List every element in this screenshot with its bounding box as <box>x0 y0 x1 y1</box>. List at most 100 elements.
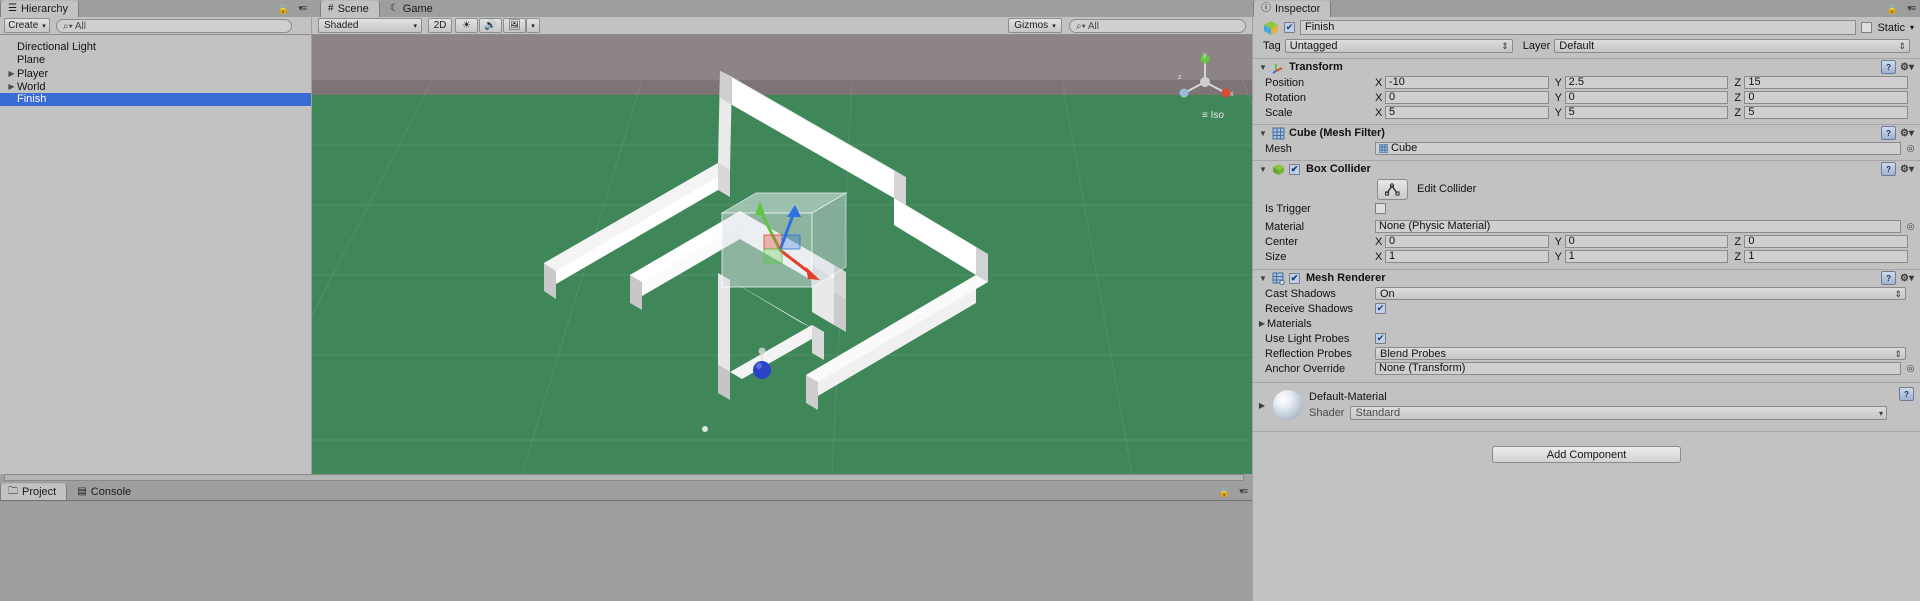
scale-z-field[interactable]: 5 <box>1744 106 1909 119</box>
scene-fx-toggle[interactable]: 🖼 <box>503 18 526 33</box>
layer-dropdown[interactable]: Default <box>1554 39 1910 53</box>
row-label: Position <box>1265 76 1305 89</box>
foldout-icon[interactable]: ▼ <box>1258 63 1268 72</box>
tag-label: Tag <box>1263 40 1281 52</box>
center-z-field[interactable]: 0 <box>1744 235 1909 248</box>
mesh-renderer-enabled-checkbox[interactable] <box>1289 272 1300 284</box>
physic-material-field[interactable]: None (Physic Material) <box>1375 220 1901 233</box>
box-collider-enabled-checkbox[interactable] <box>1289 163 1300 175</box>
size-y-field[interactable]: 1 <box>1564 250 1729 263</box>
lock-icon[interactable]: 🔒 <box>1887 4 1898 15</box>
add-component-button[interactable]: Add Component <box>1492 446 1681 463</box>
tab-inspector[interactable]: ⓘ Inspector <box>1253 0 1332 17</box>
rotation-x-field[interactable]: 0 <box>1385 91 1549 104</box>
help-icon[interactable]: ? <box>1881 271 1897 285</box>
hierarchy-list[interactable]: Directional Light Plane ▶ Player ▶ World F… <box>0 35 311 474</box>
position-z-field[interactable]: 15 <box>1744 76 1909 89</box>
gear-icon[interactable]: ⚙▾ <box>1900 273 1914 284</box>
is-trigger-checkbox[interactable] <box>1375 203 1386 214</box>
panel-menu-icon[interactable]: ▾≡ <box>298 3 307 14</box>
scene-lighting-toggle[interactable]: ☀ <box>455 18 478 33</box>
axis-z-label: Z <box>1734 250 1742 263</box>
lock-icon[interactable]: 🔒 <box>1219 487 1230 498</box>
hierarchy-item-finish[interactable]: Finish <box>0 93 311 106</box>
position-y-field[interactable]: 2.5 <box>1564 76 1729 89</box>
chevron-right-icon[interactable]: ▶ <box>6 67 17 80</box>
tab-game[interactable]: ☾ Game <box>383 1 443 18</box>
component-header-mesh-renderer[interactable]: ▼ Mesh Renderer ? ⚙▾ <box>1253 269 1920 286</box>
gear-icon[interactable]: ⚙▾ <box>1900 164 1914 175</box>
hierarchy-item-world[interactable]: ▶ World <box>0 80 311 93</box>
horizontal-scrollbar[interactable] <box>4 474 1244 481</box>
shader-dropdown[interactable]: Standard <box>1350 405 1887 420</box>
object-picker-icon[interactable]: ◎ <box>1905 363 1916 374</box>
tag-dropdown[interactable]: Untagged <box>1284 39 1513 53</box>
help-icon[interactable]: ? <box>1899 387 1914 401</box>
gear-icon[interactable]: ⚙▾ <box>1900 62 1914 73</box>
hierarchy-item-directional-light[interactable]: Directional Light <box>0 41 311 54</box>
object-enabled-checkbox[interactable] <box>1284 22 1295 33</box>
edit-collider-button[interactable] <box>1377 178 1408 200</box>
scene-fx-dropdown[interactable]: ▾ <box>526 18 540 33</box>
hierarchy-search-input[interactable]: ⌕▾ All <box>56 19 292 33</box>
help-icon[interactable]: ? <box>1881 60 1897 74</box>
component-title: Mesh Renderer <box>1306 272 1386 284</box>
panel-menu-icon[interactable]: ▾≡ <box>1239 486 1248 497</box>
size-z-field[interactable]: 1 <box>1744 250 1909 263</box>
toggle-2d-button[interactable]: 2D <box>428 18 452 33</box>
cast-shadows-dropdown[interactable]: On <box>1375 287 1906 300</box>
anchor-override-field[interactable]: None (Transform) <box>1375 362 1901 375</box>
help-icon[interactable]: ? <box>1881 126 1897 140</box>
foldout-icon[interactable]: ▼ <box>1258 129 1268 138</box>
hierarchy-item-plane[interactable]: Plane <box>0 54 311 67</box>
lock-icon[interactable]: 🔒 <box>278 4 289 15</box>
rotation-z-field[interactable]: 0 <box>1744 91 1909 104</box>
position-x-field[interactable]: -10 <box>1385 76 1549 89</box>
hierarchy-item-label: Directional Light <box>17 41 96 53</box>
chevron-right-icon[interactable]: ▶ <box>1257 319 1267 328</box>
panel-menu-icon[interactable]: ▾≡ <box>1907 3 1916 14</box>
rotation-y-field[interactable]: 0 <box>1564 91 1729 104</box>
chevron-right-icon[interactable]: ▶ <box>1257 401 1267 410</box>
object-name-field[interactable]: Finish <box>1300 20 1857 35</box>
scene-audio-toggle[interactable]: 🔊 <box>479 18 502 33</box>
scale-x-field[interactable]: 5 <box>1385 106 1549 119</box>
scene-viewport[interactable]: y x z ≡ Iso <box>312 35 1252 474</box>
hierarchy-item-player[interactable]: ▶ Player <box>0 67 311 80</box>
help-icon[interactable]: ? <box>1881 162 1897 176</box>
gizmos-dropdown[interactable]: Gizmos ▾ <box>1008 18 1062 33</box>
component-header-mesh-filter[interactable]: ▼ Cube (Mesh Filter) ? ⚙▾ <box>1253 124 1920 141</box>
foldout-icon[interactable]: ▼ <box>1258 165 1268 174</box>
create-button[interactable]: Create ▾ <box>4 18 50 33</box>
size-x-field[interactable]: 1 <box>1385 250 1549 263</box>
chevron-right-icon[interactable]: ▶ <box>6 80 17 93</box>
component-header-transform[interactable]: ▼ Transform ? ⚙▾ <box>1253 58 1920 75</box>
tab-console[interactable]: ▤ Console <box>70 484 141 501</box>
static-checkbox[interactable] <box>1861 22 1873 33</box>
scale-y-field[interactable]: 5 <box>1564 106 1729 119</box>
component-header-box-collider[interactable]: ▼ Box Collider ? ⚙▾ <box>1253 160 1920 177</box>
center-y-field[interactable]: 0 <box>1564 235 1729 248</box>
materials-foldout-row[interactable]: ▶ Materials <box>1253 316 1920 331</box>
tab-hierarchy[interactable]: ☰ Hierarchy <box>0 0 80 17</box>
use-light-probes-checkbox[interactable] <box>1375 333 1386 344</box>
tab-project[interactable]: 🗀 Project <box>0 483 68 500</box>
foldout-icon[interactable]: ▼ <box>1258 274 1268 283</box>
tab-scene[interactable]: # Scene <box>320 0 380 17</box>
scene-search-input[interactable]: ⌕▾ All <box>1069 19 1246 33</box>
scene-projection-label[interactable]: ≡ Iso <box>1202 110 1224 121</box>
gear-icon[interactable]: ⚙▾ <box>1900 128 1914 139</box>
reflection-probes-dropdown[interactable]: Blend Probes <box>1375 347 1906 360</box>
receive-shadows-checkbox[interactable] <box>1375 303 1386 314</box>
panel-splitter[interactable] <box>0 474 1252 482</box>
chevron-down-icon[interactable]: ▾ <box>1910 23 1914 32</box>
mesh-object-field[interactable]: Cube <box>1375 142 1901 155</box>
tab-inspector-label: Inspector <box>1275 3 1321 15</box>
collider-edit-icon <box>1385 182 1400 195</box>
object-picker-icon[interactable]: ◎ <box>1905 143 1916 154</box>
scene-orientation-gizmo[interactable]: y x z <box>1176 53 1234 111</box>
chevron-down-icon: ▾ <box>1052 22 1056 30</box>
center-x-field[interactable]: 0 <box>1385 235 1549 248</box>
object-picker-icon[interactable]: ◎ <box>1905 221 1916 232</box>
draw-mode-dropdown[interactable]: Shaded ▾ <box>318 18 422 33</box>
